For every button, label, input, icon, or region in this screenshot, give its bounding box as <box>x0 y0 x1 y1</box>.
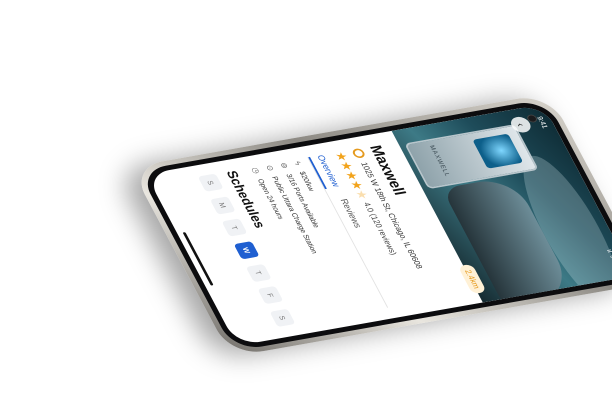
day-thursday[interactable]: T <box>245 263 272 282</box>
day-wednesday[interactable]: W <box>233 241 260 260</box>
product-shot: MAXWELL 9:41 ıl ᯤ ▭ ‹ 2.4km Maxwell 1025… <box>0 0 612 401</box>
day-monday[interactable]: M <box>209 196 236 215</box>
day-tuesday[interactable]: T <box>221 218 248 237</box>
day-saturday[interactable]: S <box>269 308 296 327</box>
plug-icon: ⊚ <box>278 161 291 170</box>
clock-icon: ◷ <box>249 166 262 175</box>
station-icon: ⊙ <box>264 164 277 172</box>
day-friday[interactable]: F <box>257 286 284 305</box>
tab-reviews[interactable]: Reviews <box>331 198 363 230</box>
bolt-icon: ϟ <box>292 160 304 166</box>
star-empty-icon: ★ <box>352 188 372 201</box>
arrow-left-icon: ‹ <box>513 122 528 128</box>
location-pin-icon <box>350 147 367 159</box>
phone-device: MAXWELL 9:41 ıl ᯤ ▭ ‹ 2.4km Maxwell 1025… <box>130 93 612 357</box>
day-sunday[interactable]: S <box>197 173 224 192</box>
charger-image: MAXWELL <box>404 124 539 190</box>
charger-brand: MAXWELL <box>427 144 451 178</box>
